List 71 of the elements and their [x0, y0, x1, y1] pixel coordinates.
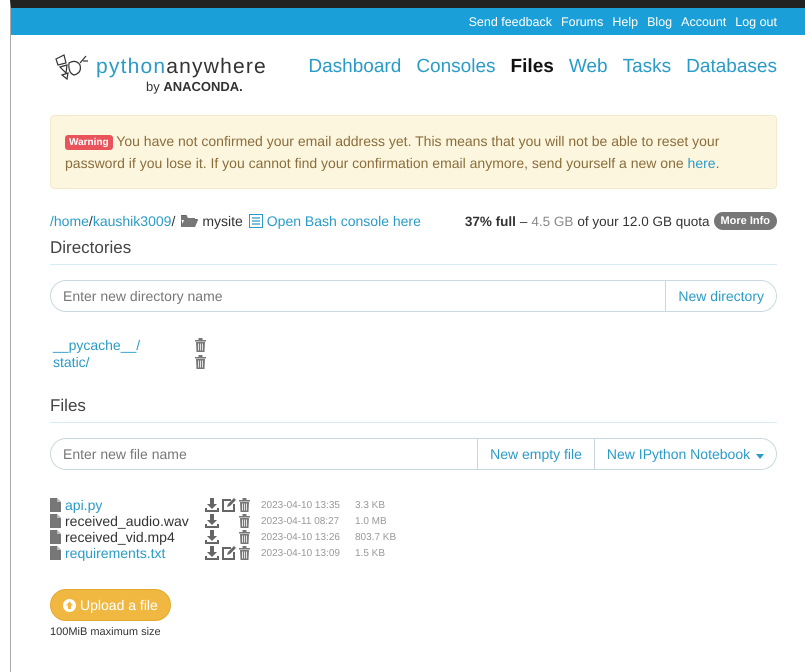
top-link[interactable]: Forums [560, 14, 604, 28]
upload-size-note: 100MiB maximum size [50, 626, 162, 638]
nav-tab[interactable]: Consoles [416, 56, 496, 115]
quota-percent: 37% full [464, 214, 516, 228]
new-notebook-button[interactable]: New IPython Notebook [594, 438, 777, 470]
folder-name: mysite [202, 213, 243, 229]
section-heading: Directories [50, 238, 777, 265]
trash-icon[interactable] [239, 514, 250, 528]
nav-tab[interactable]: Files [510, 56, 554, 115]
file-date: 2023-04-10 13:09 [261, 548, 341, 558]
top-link[interactable]: Help [612, 14, 638, 28]
nav-tab[interactable]: Tasks [622, 56, 672, 115]
trash-icon[interactable] [239, 546, 250, 560]
new-empty-file-button[interactable]: New empty file [478, 438, 595, 470]
nav-tab[interactable]: Databases [686, 56, 777, 115]
quota-total: of your 12.0 GB quota [577, 214, 710, 228]
top-link[interactable]: Send feedback [468, 14, 552, 28]
caret-icon [756, 454, 764, 459]
file-link[interactable]: api.py [65, 497, 102, 513]
folder-icon [181, 214, 198, 228]
download-icon[interactable] [205, 530, 219, 544]
file-name: received_vid.mp4 [65, 529, 175, 545]
top-link[interactable]: Blog [647, 14, 672, 28]
nav-tab[interactable]: Web [568, 56, 608, 115]
edit-icon[interactable] [222, 498, 236, 512]
upload-button[interactable]: Upload a file [50, 589, 171, 621]
logo-text: pythonanywhere [96, 55, 267, 79]
nav-tab[interactable]: Dashboard [308, 56, 402, 115]
directory-link[interactable]: static/ [53, 354, 195, 370]
trash-icon[interactable] [195, 338, 206, 352]
file-link[interactable]: requirements.txt [65, 545, 166, 561]
warning-text: Warning You have not confirmed your email address yet. This means that you will not be able to reset your password if you lose it. If you cannot find your confirmation email anymore, send yourself a new one here. [65, 132, 720, 173]
more-info-button[interactable]: More Info [714, 212, 777, 230]
download-icon[interactable] [205, 514, 219, 528]
edit-icon[interactable] [222, 546, 236, 560]
section-heading: Files [50, 396, 777, 423]
top-link[interactable]: Account [681, 14, 726, 28]
directory-name-field[interactable]: Enter new directory name [50, 280, 666, 312]
file-icon [50, 530, 61, 544]
new-directory-button[interactable]: New directory [666, 280, 777, 312]
directory-link[interactable]: __pycache__/ [53, 336, 195, 352]
file-size: 1.0 MB [355, 516, 387, 526]
file-name-field[interactable]: Enter new file name [50, 438, 478, 470]
file-size: 3.3 KB [355, 500, 386, 510]
logo-subtitle: by ANACONDA. [146, 79, 244, 94]
file-size: 803.7 KB [355, 532, 396, 542]
quota-dash: – [520, 214, 528, 228]
file-date: 2023-04-11 08:27 [261, 516, 340, 526]
path-separator: / [171, 213, 176, 229]
file-icon [50, 546, 61, 560]
trash-icon[interactable] [195, 354, 206, 368]
download-icon[interactable] [205, 546, 219, 560]
quota-used: 4.5 GB [531, 214, 574, 228]
file-name: received_audio.wav [65, 513, 189, 529]
console-icon [248, 214, 263, 228]
path-link[interactable]: kaushik3009 [92, 213, 172, 229]
top-link[interactable]: Log out [735, 14, 777, 28]
file-icon [50, 514, 61, 528]
path-link[interactable]: /home [50, 213, 89, 229]
file-icon [50, 498, 61, 512]
trash-icon[interactable] [239, 530, 250, 544]
file-size: 1.5 KB [355, 548, 386, 558]
trash-icon[interactable] [239, 498, 250, 512]
file-date: 2023-04-10 13:26 [261, 532, 341, 542]
logo-icon [54, 53, 90, 81]
download-icon[interactable] [205, 498, 219, 512]
here-link[interactable]: here [688, 155, 716, 171]
bash-console-link[interactable]: Open Bash console here [266, 213, 421, 229]
file-date: 2023-04-10 13:35 [261, 500, 341, 510]
path-separator: / [88, 213, 93, 229]
upload-icon [63, 598, 76, 612]
